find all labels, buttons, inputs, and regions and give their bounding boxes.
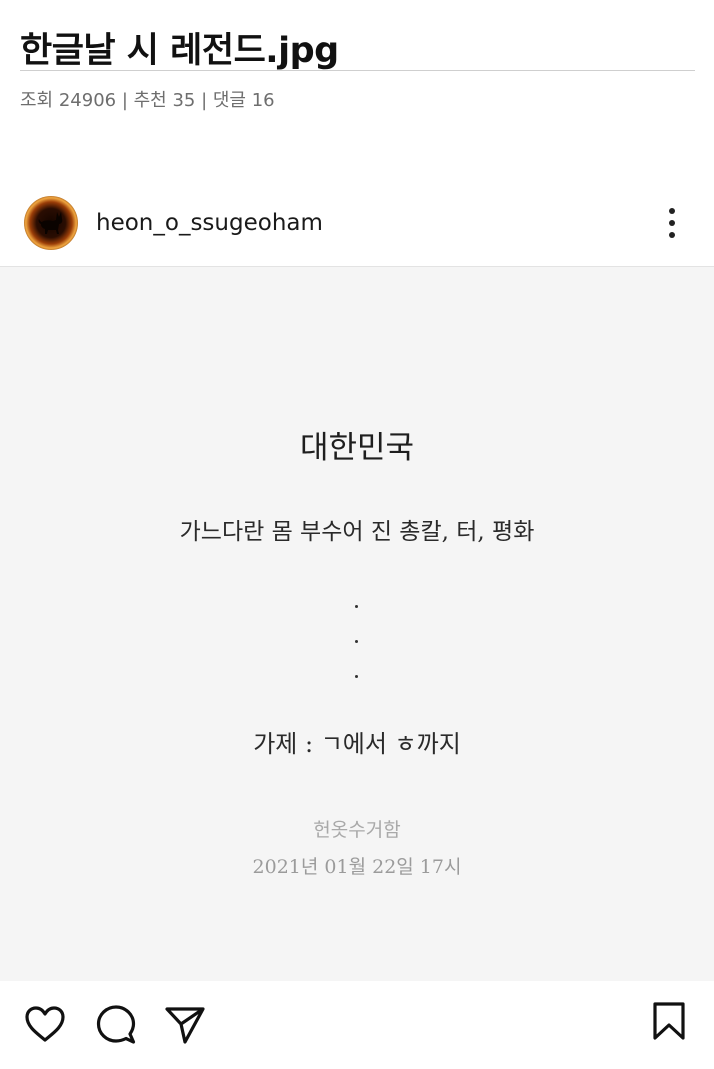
post-header: 한글날 시 레전드.jpg 조회 24906 | 추천 35 | 댓글 16 (0, 0, 714, 180)
avatar[interactable] (24, 196, 78, 250)
send-icon[interactable] (164, 1005, 206, 1045)
ellipsis-dot (355, 605, 358, 608)
poem-author: 헌옷수거함 (313, 819, 401, 841)
post-title: 한글날 시 레전드.jpg (20, 31, 339, 71)
post-image: 대한민국 가느다란 몸 부수어 진 총칼, 터, 평화 가제 : ㄱ에서 ㅎ까지… (0, 267, 714, 981)
action-bar (0, 981, 714, 1069)
comment-icon[interactable] (95, 1004, 137, 1046)
post-stats: 조회 24906 | 추천 35 | 댓글 16 (20, 90, 275, 111)
username[interactable]: heon_o_ssugeoham (96, 210, 323, 236)
poem-title: 대한민국 (299, 430, 415, 466)
instagram-post-header: heon_o_ssugeoham (0, 190, 714, 266)
heart-icon[interactable] (24, 1005, 66, 1043)
cat-silhouette-icon (38, 212, 63, 234)
ellipsis-dot (355, 640, 358, 643)
poem-date: 2021년 01월 22일 17시 (252, 856, 462, 878)
ellipsis-dot (355, 675, 358, 678)
poem-answer: 가제 : ㄱ에서 ㅎ까지 (253, 730, 461, 758)
poem-line: 가느다란 몸 부수어 진 총칼, 터, 평화 (179, 519, 535, 545)
title-divider (20, 70, 695, 71)
bookmark-icon[interactable] (652, 1001, 686, 1041)
more-vertical-icon[interactable] (662, 208, 682, 242)
